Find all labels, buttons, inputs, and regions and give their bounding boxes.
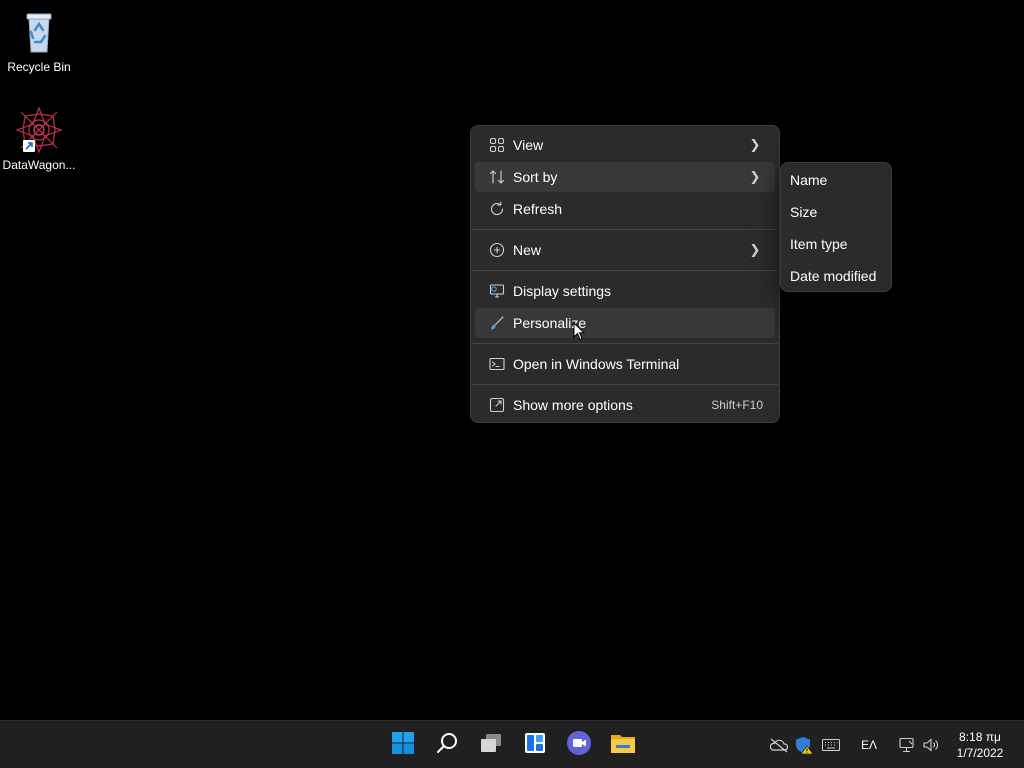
clock-time: 8:18 πμ [959, 730, 1001, 744]
menu-item-label: Show more options [513, 397, 633, 413]
sort-option-label: Name [790, 172, 828, 188]
menu-item-label: Sort by [513, 169, 558, 185]
widgets-button[interactable] [519, 729, 551, 761]
mouse-cursor-icon [573, 321, 586, 342]
menu-separator [472, 384, 778, 385]
sort-option-label: Date modified [790, 268, 877, 284]
onedrive-offline-icon[interactable] [769, 735, 789, 755]
menu-separator [472, 229, 778, 230]
menu-separator [472, 270, 778, 271]
menu-item-new[interactable]: New ❯ [475, 235, 775, 265]
input-language-indicator[interactable]: ΕΛ [861, 738, 877, 752]
menu-item-refresh[interactable]: Refresh [475, 194, 775, 224]
search-button[interactable] [431, 729, 463, 761]
start-button[interactable] [387, 729, 419, 761]
menu-item-sort-by[interactable]: Sort by ❯ [475, 162, 775, 192]
menu-item-label: Refresh [513, 201, 563, 217]
grid-view-icon [489, 137, 505, 153]
menu-item-view[interactable]: View ❯ [475, 130, 775, 160]
start-icon [391, 731, 415, 760]
chevron-right-icon: ❯ [749, 169, 761, 184]
new-plus-icon [489, 242, 505, 258]
shortcut-hint: Shift+F10 [711, 398, 763, 412]
recycle-bin-label: Recycle Bin [7, 60, 71, 74]
desktop[interactable]: Recycle Bin DataWagon... View ❯ Sort by … [0, 0, 1024, 720]
terminal-icon [489, 356, 505, 372]
sort-option-date-modified[interactable]: Date modified [785, 261, 887, 291]
chevron-right-icon: ❯ [749, 242, 761, 257]
recycle-bin-icon [15, 8, 63, 56]
sort-by-submenu: Name Size Item type Date modified [780, 162, 892, 292]
widgets-icon [523, 731, 547, 760]
sort-option-size[interactable]: Size [785, 197, 887, 227]
desktop-context-menu: View ❯ Sort by ❯ Refresh New ❯ Display s… [470, 125, 780, 423]
datawagon-label: DataWagon... [2, 158, 76, 172]
clock-date: 1/7/2022 [956, 746, 1004, 760]
search-icon [435, 731, 459, 760]
refresh-icon [489, 201, 505, 217]
file-explorer-button[interactable] [607, 729, 639, 761]
datawagon-shortcut[interactable]: DataWagon... [1, 106, 77, 172]
recycle-bin-shortcut[interactable]: Recycle Bin [1, 8, 77, 74]
shortcut-arrow-icon [23, 140, 35, 152]
datawagon-app-icon [15, 106, 63, 154]
sort-icon [489, 169, 505, 185]
menu-item-show-more-options[interactable]: Show more options Shift+F10 [475, 390, 775, 420]
network-icon[interactable] [897, 735, 917, 755]
teams-chat-icon [566, 730, 592, 761]
menu-item-display-settings[interactable]: Display settings [475, 276, 775, 306]
task-view-icon [479, 731, 503, 760]
menu-item-label: View [513, 137, 544, 153]
file-explorer-icon [610, 731, 636, 760]
task-view-button[interactable] [475, 729, 507, 761]
teams-chat-button[interactable] [563, 729, 595, 761]
menu-item-personalize[interactable]: Personalize [475, 308, 775, 338]
taskbar: ΕΛ 8:18 πμ 1/7/2022 [0, 720, 1024, 768]
chevron-right-icon: ❯ [749, 137, 761, 152]
sort-option-label: Size [790, 204, 818, 220]
windows-security-warning-icon[interactable] [794, 735, 814, 755]
menu-separator [472, 343, 778, 344]
volume-icon[interactable] [921, 735, 941, 755]
display-settings-icon [489, 283, 505, 299]
personalize-brush-icon [489, 315, 505, 331]
sort-option-item-type[interactable]: Item type [785, 229, 887, 259]
sort-option-name[interactable]: Name [785, 165, 887, 195]
keyboard-icon[interactable] [821, 735, 841, 755]
menu-item-open-terminal[interactable]: Open in Windows Terminal [475, 349, 775, 379]
taskbar-clock[interactable]: 8:18 πμ 1/7/2022 [948, 729, 1012, 761]
sort-option-label: Item type [790, 236, 848, 252]
menu-item-label: Display settings [513, 283, 612, 299]
menu-item-label: Open in Windows Terminal [513, 356, 680, 372]
menu-item-label: New [513, 242, 542, 258]
more-options-icon [489, 397, 505, 413]
